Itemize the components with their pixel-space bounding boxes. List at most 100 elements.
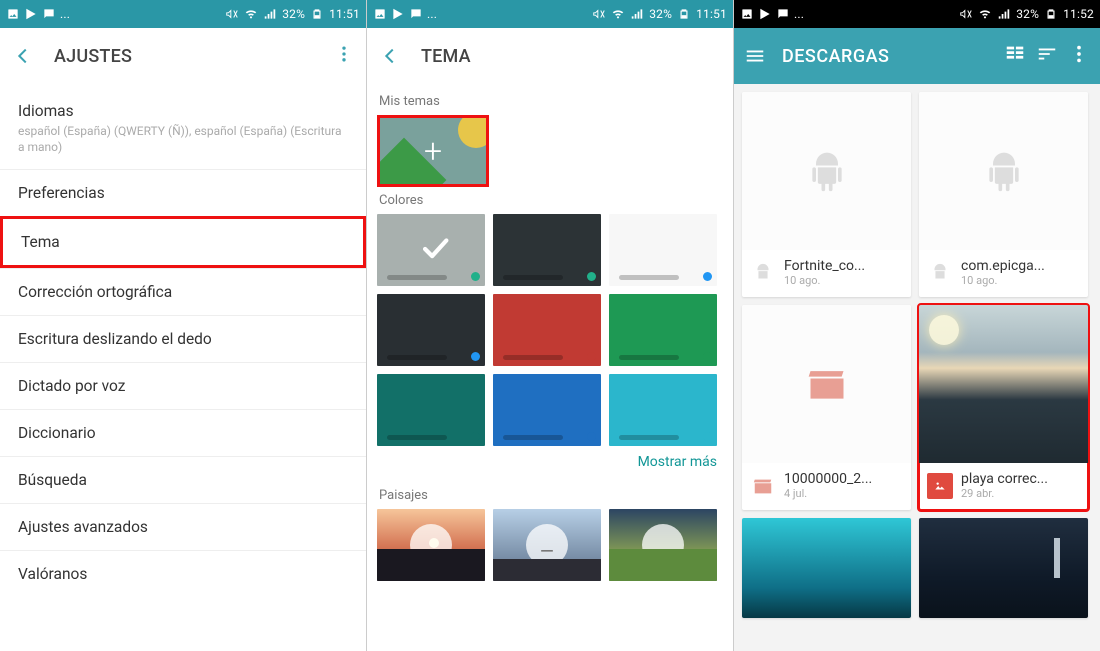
color-theme-tile[interactable] [609, 214, 717, 286]
color-theme-tile[interactable] [493, 214, 601, 286]
mute-icon [225, 7, 239, 21]
image-type-icon [927, 473, 953, 499]
settings-item-dictado[interactable]: Dictado por voz [0, 362, 366, 409]
settings-item-subtitle: español (España) (QWERTY (Ñ)), español (… [18, 123, 348, 155]
play-icon [391, 7, 405, 21]
image-icon [373, 7, 387, 21]
status-bar: ... 32% 11:51 [367, 0, 733, 28]
battery-icon [677, 7, 691, 21]
settings-item-valoranos[interactable]: Valóranos [0, 550, 366, 597]
settings-item-escritura[interactable]: Escritura deslizando el dedo [0, 315, 366, 362]
show-more-link[interactable]: Mostrar más [377, 446, 723, 482]
paisajes-label: Paisajes [379, 488, 721, 503]
colores-label: Colores [379, 193, 721, 208]
add-theme-button[interactable]: + [377, 115, 489, 187]
settings-header: AJUSTES [0, 28, 366, 84]
landscapes-grid [377, 509, 723, 581]
landscape-theme[interactable] [377, 509, 485, 581]
color-theme-tile[interactable] [493, 294, 601, 366]
color-theme-tile[interactable] [377, 214, 485, 286]
image-icon [6, 7, 20, 21]
settings-item-label: Corrección ortográfica [18, 283, 348, 301]
status-bar: ... 32% 11:52 [734, 0, 1100, 28]
download-thumbnail [742, 305, 911, 463]
color-theme-tile[interactable] [377, 374, 485, 446]
battery-icon [1044, 7, 1058, 21]
settings-item-label: Preferencias [18, 184, 348, 202]
view-grid-icon[interactable] [1004, 43, 1026, 69]
android-icon [805, 149, 849, 193]
color-theme-tile[interactable] [609, 374, 717, 446]
download-card[interactable] [919, 518, 1088, 618]
theme-title: TEMA [421, 46, 471, 67]
android-icon [752, 262, 774, 284]
settings-item-avanzados[interactable]: Ajustes avanzados [0, 503, 366, 550]
time-text: 11:52 [1063, 7, 1094, 21]
settings-item-diccionario[interactable]: Diccionario [0, 409, 366, 456]
clapperboard-icon [752, 475, 774, 497]
settings-item-label: Escritura deslizando el dedo [18, 330, 348, 348]
download-date: 10 ago. [784, 274, 865, 287]
download-icon [642, 524, 684, 566]
settings-item-label: Diccionario [18, 424, 348, 442]
status-bar: ... 32% 11:51 [0, 0, 366, 28]
signal-icon [630, 7, 644, 21]
theme-panel: ... 32% 11:51 TEMA Mis temas + C [367, 0, 734, 651]
settings-title: AJUSTES [54, 46, 132, 67]
settings-panel: ... 32% 11:51 AJUSTES Idiomas [0, 0, 367, 651]
settings-item-label: Valóranos [18, 565, 348, 583]
download-thumbnail [919, 305, 1088, 463]
download-card[interactable]: 10000000_2... 4 jul. [742, 305, 911, 510]
play-icon [758, 7, 772, 21]
menu-icon[interactable] [744, 45, 766, 67]
overflow-menu[interactable] [334, 44, 354, 68]
mute-icon [592, 7, 606, 21]
color-theme-tile[interactable] [493, 374, 601, 446]
downloads-appbar: DESCARGAS [734, 28, 1100, 84]
download-card-playa[interactable]: playa correc... 29 abr. [919, 305, 1088, 510]
settings-item-idiomas[interactable]: Idiomas español (España) (QWERTY (Ñ)), e… [0, 88, 366, 169]
overflow-menu[interactable] [1068, 43, 1090, 69]
download-thumbnail [919, 92, 1088, 250]
sort-icon[interactable] [1036, 43, 1058, 69]
time-text: 11:51 [696, 7, 727, 21]
settings-item-correccion[interactable]: Corrección ortográfica [0, 268, 366, 315]
color-theme-tile[interactable] [377, 294, 485, 366]
download-name: Fortnite_co... [784, 258, 865, 274]
back-button[interactable] [379, 45, 401, 67]
battery-icon [310, 7, 324, 21]
downloads-grid: Fortnite_co... 10 ago. com.epicga... 10 … [742, 92, 1092, 618]
download-card[interactable] [742, 518, 911, 618]
settings-item-label: Búsqueda [18, 471, 348, 489]
settings-item-label: Tema [21, 233, 345, 251]
download-date: 29 abr. [961, 487, 1048, 500]
download-date: 4 jul. [784, 487, 872, 500]
settings-item-busqueda[interactable]: Búsqueda [0, 456, 366, 503]
download-card[interactable]: com.epicga... 10 ago. [919, 92, 1088, 297]
settings-item-preferencias[interactable]: Preferencias [0, 169, 366, 216]
android-icon [982, 149, 1026, 193]
color-theme-tile[interactable] [609, 294, 717, 366]
chat-icon [776, 7, 790, 21]
download-name: playa correc... [961, 471, 1048, 487]
chat-icon [409, 7, 423, 21]
landscape-theme[interactable] [493, 509, 601, 581]
time-text: 11:51 [329, 7, 360, 21]
settings-item-label: Ajustes avanzados [18, 518, 348, 536]
settings-item-tema[interactable]: Tema [0, 216, 366, 268]
android-icon [929, 262, 951, 284]
wifi-icon [978, 7, 992, 21]
wifi-icon [244, 7, 258, 21]
download-card[interactable]: Fortnite_co... 10 ago. [742, 92, 911, 297]
download-thumbnail [919, 518, 1088, 618]
battery-text: 32% [282, 7, 305, 21]
landscape-theme[interactable] [609, 509, 717, 581]
clapperboard-icon [805, 362, 849, 406]
theme-header: TEMA [367, 28, 733, 84]
signal-icon [997, 7, 1011, 21]
settings-item-label: Dictado por voz [18, 377, 348, 395]
back-button[interactable] [12, 45, 34, 67]
download-date: 10 ago. [961, 274, 1045, 287]
color-grid [377, 214, 723, 446]
play-icon [24, 7, 38, 21]
